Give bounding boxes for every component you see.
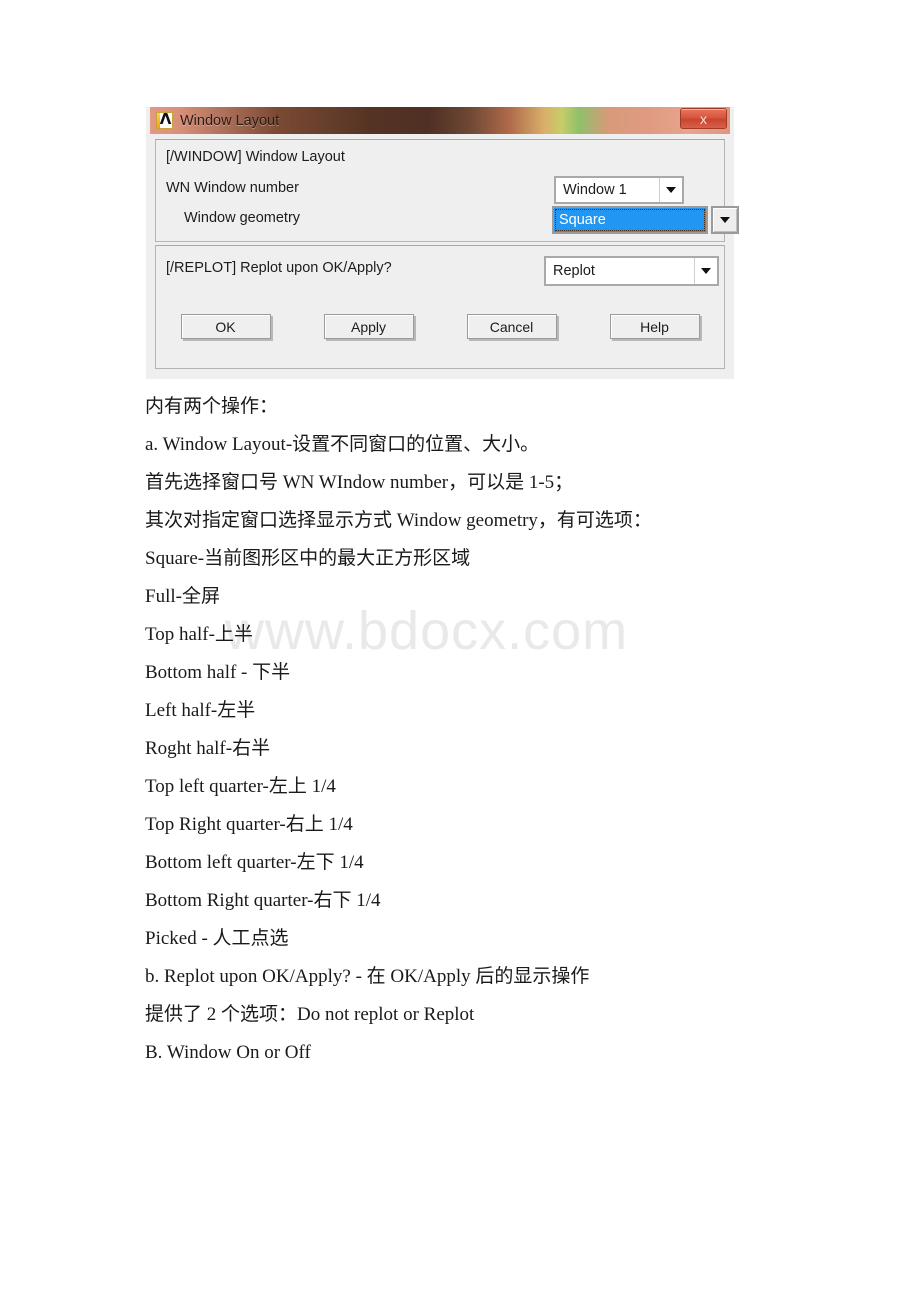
doc-line: 首先选择窗口号 WN WIndow number，可以是 1-5；	[145, 472, 574, 493]
window-section-header-row: [/WINDOW] Window Layout	[166, 148, 714, 176]
replot-label: [/REPLOT] Replot upon OK/Apply?	[166, 260, 392, 276]
doc-line: b. Replot upon OK/Apply? - 在 OK/Apply 后的…	[145, 966, 590, 987]
window-number-row: WN Window number Window 1	[166, 176, 714, 206]
dialog-button-row: OK Apply Cancel Help	[156, 314, 724, 339]
close-icon[interactable]: x	[680, 108, 727, 129]
replot-dropdown[interactable]: Replot	[544, 256, 719, 286]
cancel-button[interactable]: Cancel	[466, 314, 557, 339]
doc-line: Picked - 人工点选	[145, 928, 289, 949]
window-number-dropdown[interactable]: Window 1	[554, 176, 684, 204]
window-geometry-label: Window geometry	[184, 210, 301, 226]
doc-line: Roght half-右半	[145, 738, 271, 759]
window-number-value: Window 1	[563, 182, 627, 198]
window-geometry-row: Window geometry Square	[166, 206, 739, 236]
window-geometry-field[interactable]: Square	[552, 206, 708, 234]
doc-line: Top left quarter-左上 1/4	[145, 776, 336, 797]
doc-line: Top half-上半	[145, 624, 253, 645]
doc-line: Bottom Right quarter-右下 1/4	[145, 890, 381, 911]
doc-line: B. Window On or Off	[145, 1042, 311, 1063]
dialog-title: Window Layout	[180, 112, 280, 129]
window-layout-dialog: Λ Window Layout x [/WINDOW] Window Layou…	[146, 107, 739, 379]
window-geometry-dropdown[interactable]: Square	[552, 206, 739, 234]
doc-line: 内有两个操作：	[145, 396, 279, 417]
chevron-down-icon[interactable]	[659, 178, 682, 202]
doc-line: Full-全屏	[145, 586, 220, 607]
replot-row: [/REPLOT] Replot upon OK/Apply? Replot	[166, 256, 719, 286]
chevron-down-icon[interactable]	[694, 258, 717, 284]
doc-line: Bottom half - 下半	[145, 662, 291, 683]
doc-line: 其次对指定窗口选择显示方式 Window geometry，有可选项：	[145, 510, 652, 531]
help-button[interactable]: Help	[609, 314, 700, 339]
chevron-down-icon[interactable]	[711, 206, 739, 234]
window-number-label: WN Window number	[166, 180, 299, 196]
window-section-panel: [/WINDOW] Window Layout WN Window number…	[155, 139, 739, 242]
close-button-label: x	[700, 110, 707, 127]
dialog-title-bar[interactable]: Λ Window Layout x	[150, 107, 730, 134]
doc-line: Top Right quarter-右上 1/4	[145, 814, 353, 835]
doc-line: Bottom left quarter-左下 1/4	[145, 852, 364, 873]
ok-button[interactable]: OK	[180, 314, 271, 339]
replot-value: Replot	[553, 263, 595, 279]
window-geometry-value: Square	[559, 212, 606, 228]
apply-button[interactable]: Apply	[323, 314, 414, 339]
document-body: 内有两个操作： a. Window Layout-设置不同窗口的位置、大小。 首…	[145, 388, 845, 1072]
dialog-client-area: [/WINDOW] Window Layout WN Window number…	[150, 134, 739, 374]
doc-line: Square-当前图形区中的最大正方形区域	[145, 548, 471, 569]
replot-section-panel: [/REPLOT] Replot upon OK/Apply? Replot O…	[155, 245, 725, 369]
doc-line: Left half-左半	[145, 700, 256, 721]
window-section-header-label: [/WINDOW] Window Layout	[166, 149, 345, 165]
doc-line: a. Window Layout-设置不同窗口的位置、大小。	[145, 434, 540, 455]
doc-line: 提供了 2 个选项：Do not replot or Replot	[145, 1004, 475, 1025]
ansys-lambda-icon: Λ	[156, 112, 173, 129]
